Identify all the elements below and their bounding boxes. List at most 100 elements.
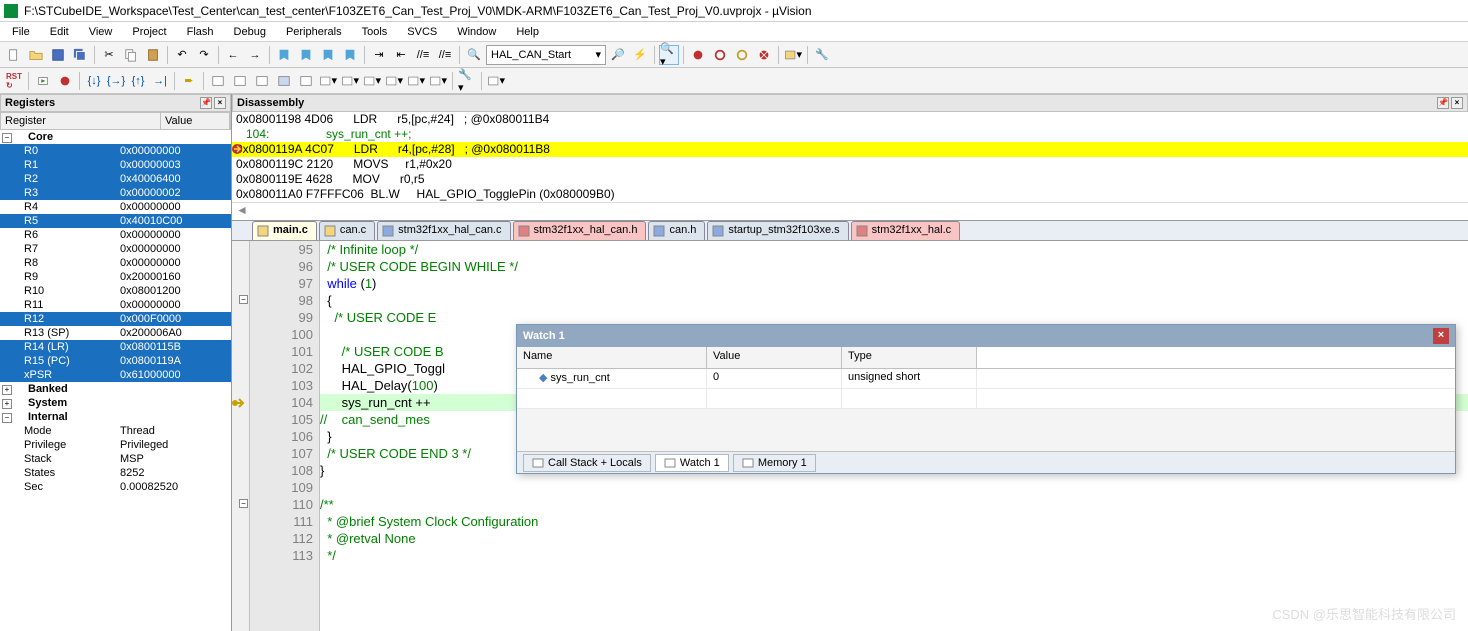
watch-enter[interactable] bbox=[517, 389, 1455, 409]
registers-window-icon[interactable] bbox=[274, 71, 294, 91]
nav-back-icon[interactable]: ← bbox=[223, 45, 243, 65]
tab-stm32f1xx_hal-c[interactable]: stm32f1xx_hal.c bbox=[851, 221, 960, 240]
reg-privilege[interactable]: PrivilegePrivileged bbox=[0, 438, 231, 452]
panel-pin-icon[interactable]: 📌 bbox=[1437, 97, 1449, 109]
reg-mode[interactable]: ModeThread bbox=[0, 424, 231, 438]
find-icon[interactable]: 🔍 bbox=[464, 45, 484, 65]
undo-icon[interactable]: ↶ bbox=[172, 45, 192, 65]
code-line[interactable]: */ bbox=[320, 547, 1468, 564]
watch-window-icon[interactable]: ▾ bbox=[318, 71, 338, 91]
watch-tab-call-stack---locals[interactable]: Call Stack + Locals bbox=[523, 454, 651, 472]
run-icon[interactable] bbox=[33, 71, 53, 91]
disasm-line[interactable]: 0x0800119E 4628 MOV r0,r5 bbox=[232, 172, 1468, 187]
menu-project[interactable]: Project bbox=[122, 24, 176, 40]
memory-window-icon[interactable]: ▾ bbox=[340, 71, 360, 91]
bookmark-clear-icon[interactable] bbox=[340, 45, 360, 65]
uncomment-icon[interactable]: //≡ bbox=[435, 45, 455, 65]
col-register[interactable]: Register bbox=[1, 113, 161, 129]
find-combo[interactable]: HAL_CAN_Start▾ bbox=[486, 45, 606, 65]
disasm-line[interactable]: 104: sys_run_cnt ++; bbox=[232, 127, 1468, 142]
menu-tools[interactable]: Tools bbox=[352, 24, 398, 40]
reg-group-core[interactable]: −Core bbox=[0, 130, 231, 144]
bp-insert-icon[interactable] bbox=[688, 45, 708, 65]
registers-body[interactable]: −CoreR00x00000000R10x00000003R20x4000640… bbox=[0, 130, 231, 631]
menu-edit[interactable]: Edit bbox=[40, 24, 79, 40]
callstack-window-icon[interactable] bbox=[296, 71, 316, 91]
show-next-icon[interactable]: ➨ bbox=[179, 71, 199, 91]
code-line[interactable]: /* Infinite loop */ bbox=[320, 241, 1468, 258]
window-layout-icon[interactable]: ▾ bbox=[783, 45, 803, 65]
update-windows-icon[interactable]: ▾ bbox=[486, 71, 506, 91]
reset-icon[interactable]: RST↻ bbox=[4, 71, 24, 91]
outdent-icon[interactable]: ⇤ bbox=[391, 45, 411, 65]
bp-enable-icon[interactable] bbox=[710, 45, 730, 65]
code-margin[interactable]: −− bbox=[232, 241, 250, 631]
open-icon[interactable] bbox=[26, 45, 46, 65]
trace-window-icon[interactable]: ▾ bbox=[406, 71, 426, 91]
tab-can-h[interactable]: can.h bbox=[648, 221, 705, 240]
code-line[interactable]: /* USER CODE BEGIN WHILE */ bbox=[320, 258, 1468, 275]
stop-icon[interactable] bbox=[55, 71, 75, 91]
disasm-line[interactable]: 0x08001198 4D06 LDR r5,[pc,#24] ; @0x080… bbox=[232, 112, 1468, 127]
reg-r3[interactable]: R30x00000002 bbox=[0, 186, 231, 200]
close-icon[interactable]: × bbox=[1433, 328, 1449, 344]
reg-r12[interactable]: R120x000F0000 bbox=[0, 312, 231, 326]
find-in-files-icon[interactable]: 🔎 bbox=[608, 45, 628, 65]
menu-flash[interactable]: Flash bbox=[177, 24, 224, 40]
comment-icon[interactable]: //≡ bbox=[413, 45, 433, 65]
disasm-line[interactable]: 0x080011A0 F7FFFC06 BL.W HAL_GPIO_Toggle… bbox=[232, 187, 1468, 202]
reg-r14lr[interactable]: R14 (LR)0x0800115B bbox=[0, 340, 231, 354]
menu-file[interactable]: File bbox=[2, 24, 40, 40]
panel-pin-icon[interactable]: 📌 bbox=[200, 97, 212, 109]
reg-states[interactable]: States8252 bbox=[0, 466, 231, 480]
configure-icon[interactable]: 🔧 bbox=[812, 45, 832, 65]
reg-r15pc[interactable]: R15 (PC)0x0800119A bbox=[0, 354, 231, 368]
disasm-line[interactable]: 0x0800119C 2120 MOVS r1,#0x20 bbox=[232, 157, 1468, 172]
menu-debug[interactable]: Debug bbox=[224, 24, 276, 40]
reg-r11[interactable]: R110x00000000 bbox=[0, 298, 231, 312]
bookmark-next-icon[interactable] bbox=[318, 45, 338, 65]
disasm-line[interactable]: 0x0800119A 4C07 LDR r4,[pc,#28] ; @0x080… bbox=[232, 142, 1468, 157]
debug-icon[interactable]: 🔍▾ bbox=[659, 45, 679, 65]
paste-icon[interactable] bbox=[143, 45, 163, 65]
bp-kill-icon[interactable] bbox=[754, 45, 774, 65]
reg-group-internal[interactable]: −Internal bbox=[0, 410, 231, 424]
code-line[interactable]: while (1) bbox=[320, 275, 1468, 292]
code-line[interactable]: * @retval None bbox=[320, 530, 1468, 547]
watch-titlebar[interactable]: Watch 1 × bbox=[517, 325, 1455, 347]
panel-close-icon[interactable]: × bbox=[214, 97, 226, 109]
redo-icon[interactable]: ↷ bbox=[194, 45, 214, 65]
bp-disable-icon[interactable] bbox=[732, 45, 752, 65]
reg-group-system[interactable]: +System bbox=[0, 396, 231, 410]
panel-close-icon[interactable]: × bbox=[1451, 97, 1463, 109]
reg-r6[interactable]: R60x00000000 bbox=[0, 228, 231, 242]
col-value[interactable]: Value bbox=[707, 347, 842, 368]
col-name[interactable]: Name bbox=[517, 347, 707, 368]
menu-svcs[interactable]: SVCS bbox=[397, 24, 447, 40]
system-viewer-icon[interactable]: ▾ bbox=[428, 71, 448, 91]
reg-r0[interactable]: R00x00000000 bbox=[0, 144, 231, 158]
code-line[interactable] bbox=[320, 479, 1468, 496]
nav-fwd-icon[interactable]: → bbox=[245, 45, 265, 65]
reg-r2[interactable]: R20x40006400 bbox=[0, 172, 231, 186]
code-line[interactable]: { bbox=[320, 292, 1468, 309]
serial-window-icon[interactable]: ▾ bbox=[362, 71, 382, 91]
step-out-icon[interactable]: {↑} bbox=[128, 71, 148, 91]
disasm-window-icon[interactable] bbox=[230, 71, 250, 91]
command-window-icon[interactable] bbox=[208, 71, 228, 91]
run-to-cursor-icon[interactable]: →| bbox=[150, 71, 170, 91]
reg-r8[interactable]: R80x00000000 bbox=[0, 256, 231, 270]
tab-stm32f1xx_hal_can-c[interactable]: stm32f1xx_hal_can.c bbox=[377, 221, 510, 240]
code-line[interactable]: * @brief System Clock Configuration bbox=[320, 513, 1468, 530]
tab-startup_stm32f103xe-s[interactable]: startup_stm32f103xe.s bbox=[707, 221, 848, 240]
tab-stm32f1xx_hal_can-h[interactable]: stm32f1xx_hal_can.h bbox=[513, 221, 647, 240]
menu-peripherals[interactable]: Peripherals bbox=[276, 24, 352, 40]
watch-tab-watch-1[interactable]: Watch 1 bbox=[655, 454, 729, 472]
reg-r4[interactable]: R40x00000000 bbox=[0, 200, 231, 214]
new-file-icon[interactable] bbox=[4, 45, 24, 65]
toolbox-icon[interactable]: 🔧▾ bbox=[457, 71, 477, 91]
watch-tab-memory-1[interactable]: Memory 1 bbox=[733, 454, 816, 472]
reg-r9[interactable]: R90x20000160 bbox=[0, 270, 231, 284]
save-all-icon[interactable] bbox=[70, 45, 90, 65]
reg-r1[interactable]: R10x00000003 bbox=[0, 158, 231, 172]
